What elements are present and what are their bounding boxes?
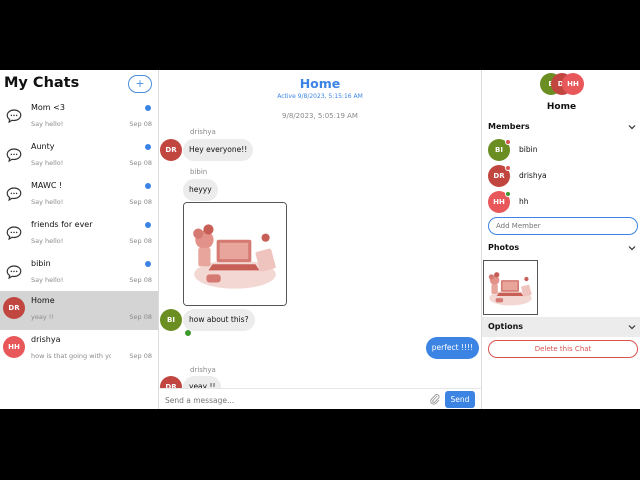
chat-preview: how is that going with yo bbox=[31, 352, 111, 360]
chat-name: Mom <3 bbox=[31, 103, 65, 112]
unread-indicator bbox=[145, 222, 151, 228]
chat-bubble-icon bbox=[5, 263, 23, 281]
photos-label: Photos bbox=[488, 243, 520, 252]
avatar: HH bbox=[562, 73, 584, 95]
delete-chat-button[interactable]: Delete this Chat bbox=[488, 340, 638, 358]
members-section-header[interactable]: Members bbox=[482, 117, 640, 137]
avatar: DR bbox=[160, 139, 182, 161]
date-separator: 9/8/2023, 5:05:19 AM bbox=[282, 112, 358, 120]
chat-list-sidebar: My Chats + Mom <3 Say hello! Sep 08 Aunt… bbox=[0, 70, 159, 409]
unread-indicator bbox=[145, 144, 151, 150]
avatar: BI bbox=[160, 309, 182, 331]
message-sender: drishya bbox=[190, 128, 216, 136]
chat-bubble-icon bbox=[5, 224, 23, 242]
message-bubble: how about this? bbox=[183, 309, 255, 331]
chat-date: Sep 08 bbox=[129, 159, 152, 167]
photos-section-header[interactable]: Photos bbox=[482, 238, 640, 258]
member-name: hh bbox=[519, 197, 529, 206]
group-title: Home bbox=[546, 102, 577, 112]
message-input[interactable] bbox=[165, 393, 415, 407]
read-receipt-indicator bbox=[185, 330, 191, 336]
chat-preview: Say hello! bbox=[31, 120, 64, 128]
chat-date: Sep 08 bbox=[129, 198, 152, 206]
member-row[interactable]: BI bibin bbox=[488, 139, 638, 163]
members-label: Members bbox=[488, 122, 530, 131]
chat-preview: yeay !! bbox=[31, 313, 54, 321]
chat-preview: Say hello! bbox=[31, 159, 64, 167]
chat-name: Aunty bbox=[31, 142, 55, 151]
chat-name: bibin bbox=[31, 259, 51, 268]
unread-indicator bbox=[145, 183, 151, 189]
status-indicator bbox=[505, 191, 511, 197]
chevron-down-icon bbox=[627, 243, 637, 253]
avatar: HH bbox=[3, 336, 25, 358]
chat-list-item[interactable]: HH drishya how is that going with yo Sep… bbox=[0, 330, 158, 369]
photo-thumbnail[interactable] bbox=[483, 260, 538, 315]
chat-name: drishya bbox=[31, 335, 61, 344]
options-section-header[interactable]: Options bbox=[482, 317, 640, 337]
chat-list-item[interactable]: friends for ever Say hello! Sep 08 bbox=[0, 215, 158, 254]
desk-illustration-image bbox=[484, 261, 537, 314]
message-bubble: Hey everyone!! bbox=[183, 139, 254, 161]
chat-date: Sep 08 bbox=[129, 120, 152, 128]
chat-date: Sep 08 bbox=[129, 313, 152, 321]
paperclip-icon[interactable] bbox=[429, 393, 441, 405]
message-sender: drishya bbox=[190, 366, 216, 374]
active-status: Active 9/8/2023, 5:15:16 AM bbox=[277, 93, 363, 100]
chat-preview: Say hello! bbox=[31, 198, 64, 206]
member-row[interactable]: DR drishya bbox=[488, 165, 638, 189]
chat-list-item[interactable]: bibin Say hello! Sep 08 bbox=[0, 254, 158, 293]
message-composer: Send bbox=[159, 388, 481, 409]
status-indicator bbox=[505, 139, 511, 145]
chat-bubble-icon bbox=[5, 146, 23, 164]
add-member-input[interactable] bbox=[488, 217, 638, 235]
member-row[interactable]: HH hh bbox=[488, 191, 638, 215]
chat-date: Sep 08 bbox=[129, 352, 152, 360]
chat-bubble-icon bbox=[5, 185, 23, 203]
unread-indicator bbox=[145, 105, 151, 111]
chat-list-item[interactable]: MAWC ! Say hello! Sep 08 bbox=[0, 176, 158, 215]
conversation-panel: Home Active 9/8/2023, 5:15:16 AM 9/8/202… bbox=[159, 70, 481, 409]
my-chats-title: My Chats bbox=[4, 75, 80, 91]
avatar: DR bbox=[3, 297, 25, 319]
member-name: drishya bbox=[519, 171, 547, 180]
message-bubble: heyyy bbox=[183, 179, 218, 201]
message-bubble-self: perfect !!!! bbox=[425, 337, 479, 359]
unread-indicator bbox=[145, 261, 151, 267]
chat-app: My Chats + Mom <3 Say hello! Sep 08 Aunt… bbox=[0, 70, 640, 409]
group-avatar-stack: B DI HH bbox=[540, 73, 600, 97]
chat-bubble-icon bbox=[5, 107, 23, 125]
options-label: Options bbox=[488, 322, 524, 331]
member-name: bibin bbox=[519, 145, 538, 154]
chat-name: Home bbox=[31, 296, 55, 305]
chevron-down-icon bbox=[627, 322, 637, 332]
chat-date: Sep 08 bbox=[129, 276, 152, 284]
photo-message[interactable] bbox=[183, 202, 287, 306]
chat-list-item[interactable]: Mom <3 Say hello! Sep 08 bbox=[0, 98, 158, 137]
chat-preview: Say hello! bbox=[31, 276, 64, 284]
chat-date: Sep 08 bbox=[129, 237, 152, 245]
message-sender: bibin bbox=[190, 168, 208, 176]
send-button[interactable]: Send bbox=[445, 391, 475, 408]
chat-list-item[interactable]: Aunty Say hello! Sep 08 bbox=[0, 137, 158, 176]
new-chat-button[interactable]: + bbox=[128, 75, 152, 93]
chat-name: MAWC ! bbox=[31, 181, 63, 190]
chat-name: friends for ever bbox=[31, 220, 93, 229]
chevron-down-icon bbox=[627, 122, 637, 132]
desk-illustration-image bbox=[184, 203, 286, 305]
chat-preview: Say hello! bbox=[31, 237, 64, 245]
chat-details-panel: B DI HH Home Members BI bibin DR drishya… bbox=[481, 70, 640, 409]
conversation-title: Home bbox=[299, 76, 341, 91]
chat-list-item-active[interactable]: DR Home yeay !! Sep 08 bbox=[0, 291, 158, 330]
status-indicator bbox=[505, 165, 511, 171]
